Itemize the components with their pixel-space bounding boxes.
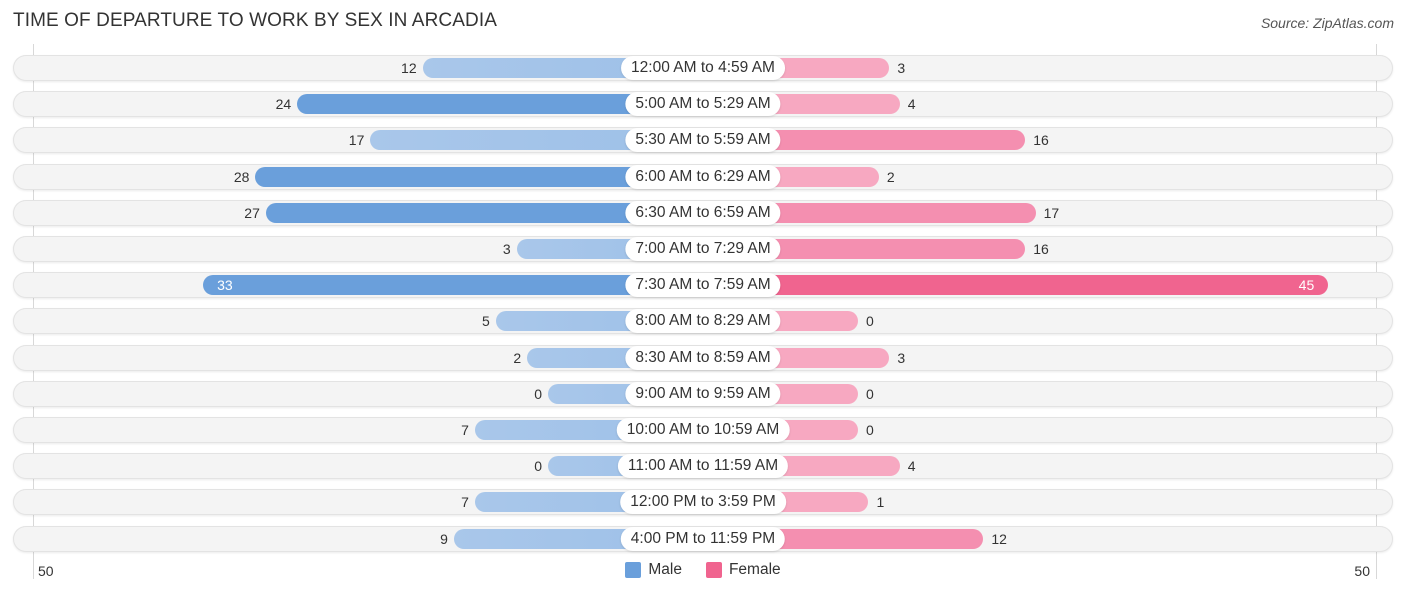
value-label-female: 4 (907, 458, 916, 475)
value-label-male: 7 (461, 494, 469, 511)
category-label: 7:30 AM to 7:59 AM (625, 273, 781, 298)
legend-label-male: Male (648, 561, 682, 578)
category-label: 12:00 AM to 4:59 AM (621, 56, 785, 80)
legend-label-female: Female (728, 561, 781, 578)
value-label-female: 3 (897, 349, 906, 366)
legend-item-male[interactable]: Male (625, 561, 682, 579)
legend-swatch-female (705, 562, 722, 578)
value-label-female: 0 (866, 385, 874, 402)
value-label-female: 4 (907, 96, 916, 113)
value-label-male: 2 (513, 349, 522, 366)
value-label-male: 5 (481, 313, 490, 330)
category-label: 10:00 AM to 10:59 AM (616, 418, 790, 442)
bar-female[interactable] (703, 275, 1329, 296)
value-label-male: 7 (461, 422, 469, 438)
value-label-male: 17 (348, 132, 365, 149)
source-label: Source: ZipAtlas.com (1260, 15, 1394, 31)
value-label-male: 0 (534, 385, 542, 402)
value-label-male: 28 (233, 168, 250, 185)
category-label: 4:00 PM to 11:59 PM (620, 526, 786, 551)
value-label-male: 9 (440, 530, 448, 547)
value-label-male: 12 (401, 60, 417, 76)
value-label-female: 0 (866, 422, 874, 438)
chart-title: TIME OF DEPARTURE TO WORK BY SEX IN ARCA… (13, 10, 497, 31)
value-label-female: 0 (866, 313, 874, 330)
value-label-female: 1 (876, 494, 885, 511)
value-label-female: 16 (1033, 132, 1049, 149)
category-label: 9:00 AM to 9:59 AM (625, 381, 781, 406)
value-label-female: 3 (897, 60, 906, 76)
value-label-female: 12 (991, 530, 1007, 547)
value-label-male: 0 (534, 458, 542, 475)
category-label: 8:30 AM to 8:59 AM (625, 345, 781, 370)
value-label-male: 33 (217, 277, 233, 294)
value-label-female: 17 (1043, 204, 1060, 221)
value-label-female: 45 (1298, 277, 1315, 294)
legend-item-female[interactable]: Female (705, 561, 781, 579)
category-label: 6:30 AM to 6:59 AM (625, 200, 781, 225)
category-label: 5:30 AM to 5:59 AM (625, 128, 781, 153)
value-label-male: 3 (502, 241, 511, 257)
legend: Male Female (0, 561, 1406, 579)
legend-swatch-male (625, 562, 642, 578)
value-label-female: 16 (1033, 241, 1049, 257)
value-label-male: 27 (244, 204, 260, 221)
category-label: 11:00 AM to 11:59 AM (617, 454, 789, 479)
chart-area: TIME OF DEPARTURE TO WORK BY SEX IN ARCA… (0, 0, 1406, 594)
category-label: 8:00 AM to 8:29 AM (625, 309, 781, 334)
category-label: 7:00 AM to 7:29 AM (625, 237, 781, 261)
category-label: 5:00 AM to 5:29 AM (625, 92, 781, 117)
value-label-female: 2 (886, 168, 895, 185)
value-label-male: 24 (275, 96, 292, 113)
category-label: 12:00 PM to 3:59 PM (620, 490, 786, 515)
category-label: 6:00 AM to 6:29 AM (625, 164, 781, 189)
